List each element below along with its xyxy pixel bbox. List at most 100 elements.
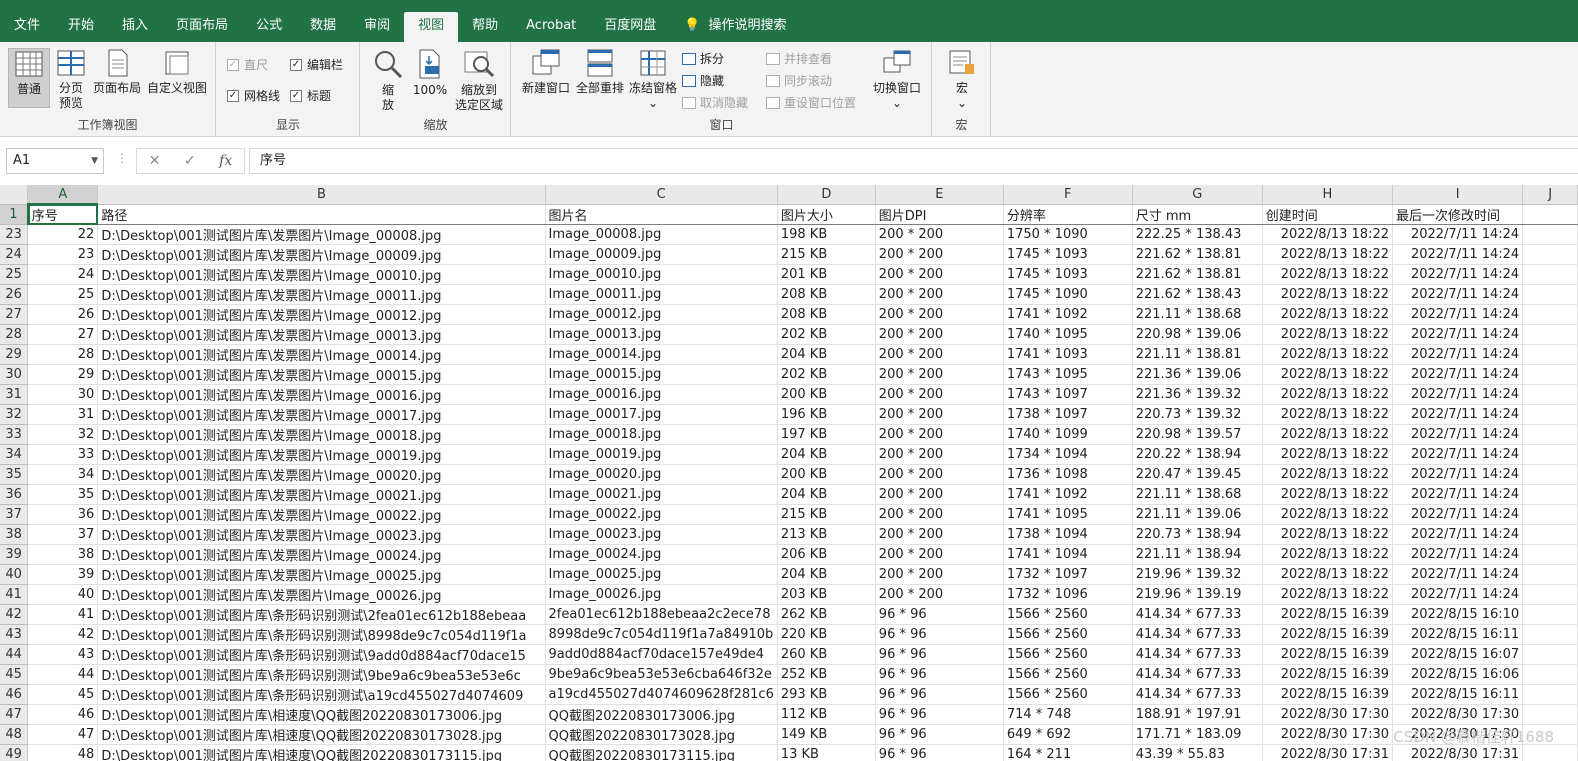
table-cell[interactable]: Image_00011.jpg xyxy=(545,284,778,305)
table-cell[interactable]: 202 KB xyxy=(777,324,876,345)
table-cell[interactable]: D:\Desktop\001测试图片库\条形码识别测试\9be9a6c9bea5… xyxy=(97,664,546,685)
new-window-button[interactable]: 新建窗口 xyxy=(520,48,572,96)
table-cell[interactable]: D:\Desktop\001测试图片库\相速度\QQ截图202208301731… xyxy=(97,744,546,761)
table-cell[interactable]: Image_00010.jpg xyxy=(545,264,778,285)
table-cell[interactable]: 220.47 * 139.45 xyxy=(1132,464,1263,485)
table-cell[interactable]: D:\Desktop\001测试图片库\发票图片\Image_00022.jpg xyxy=(97,504,546,525)
table-cell[interactable]: Image_00021.jpg xyxy=(545,484,778,505)
table-cell[interactable]: D:\Desktop\001测试图片库\发票图片\Image_00015.jpg xyxy=(97,364,546,385)
table-cell[interactable]: 204 KB xyxy=(777,484,876,505)
table-cell[interactable]: 2022/7/11 14:24 xyxy=(1392,224,1524,245)
table-cell[interactable]: 200 * 200 xyxy=(875,564,1004,585)
table-cell[interactable]: D:\Desktop\001测试图片库\发票图片\Image_00023.jpg xyxy=(97,524,546,545)
table-cell[interactable]: 2022/8/13 18:22 xyxy=(1262,544,1394,565)
row-header[interactable]: 28 xyxy=(0,324,29,345)
zoom-100-button[interactable]: 100% xyxy=(411,48,449,98)
tab-data[interactable]: 数据 xyxy=(296,12,350,42)
table-cell[interactable]: 2022/7/11 14:24 xyxy=(1392,244,1524,265)
table-cell[interactable]: 200 KB xyxy=(777,384,876,405)
table-cell[interactable]: 200 * 200 xyxy=(875,344,1004,365)
table-cell[interactable]: 1566 * 2560 xyxy=(1003,664,1133,685)
table-cell[interactable]: a19cd455027d4074609628f281c6 xyxy=(545,684,778,705)
table-cell[interactable]: 31 xyxy=(27,404,99,425)
table-cell[interactable]: 220.98 * 139.57 xyxy=(1132,424,1263,445)
table-cell[interactable]: 200 * 200 xyxy=(875,384,1004,405)
table-cell[interactable]: 200 * 200 xyxy=(875,364,1004,385)
row-header[interactable]: 34 xyxy=(0,444,29,465)
table-cell[interactable]: 22 xyxy=(27,224,99,245)
table-cell[interactable]: 200 * 200 xyxy=(875,524,1004,545)
table-cell[interactable]: 204 KB xyxy=(777,344,876,365)
empty-cell[interactable] xyxy=(1522,264,1578,285)
table-cell[interactable]: 96 * 96 xyxy=(875,684,1004,705)
empty-cell[interactable] xyxy=(1522,404,1578,425)
column-header[interactable]: E xyxy=(875,185,1004,205)
tab-review[interactable]: 审阅 xyxy=(350,12,404,42)
table-cell[interactable]: 28 xyxy=(27,344,99,365)
table-cell[interactable]: 1741 * 1094 xyxy=(1003,544,1133,565)
row-header[interactable]: 33 xyxy=(0,424,29,445)
enter-icon[interactable]: ✓ xyxy=(184,153,196,169)
row-header[interactable]: 36 xyxy=(0,484,29,505)
header-cell[interactable]: 尺寸 mm xyxy=(1132,204,1263,225)
table-cell[interactable]: Image_00023.jpg xyxy=(545,524,778,545)
table-cell[interactable]: QQ截图20220830173028.jpg xyxy=(545,724,778,745)
table-cell[interactable]: 149 KB xyxy=(777,724,876,745)
table-cell[interactable]: 25 xyxy=(27,284,99,305)
table-cell[interactable]: 200 * 200 xyxy=(875,424,1004,445)
header-cell[interactable]: 最后一次修改时间 xyxy=(1392,204,1524,225)
reset-window-position-button[interactable]: 重设窗口位置 xyxy=(766,94,856,111)
table-cell[interactable]: Image_00013.jpg xyxy=(545,324,778,345)
table-cell[interactable]: 2022/8/15 16:39 xyxy=(1262,604,1394,625)
table-cell[interactable]: 1738 * 1094 xyxy=(1003,524,1133,545)
table-cell[interactable]: 2022/8/30 17:30 xyxy=(1262,724,1394,745)
table-cell[interactable]: 38 xyxy=(27,544,99,565)
table-cell[interactable]: 2022/7/11 14:24 xyxy=(1392,384,1524,405)
table-cell[interactable]: Image_00009.jpg xyxy=(545,244,778,265)
table-cell[interactable]: 221.36 * 139.32 xyxy=(1132,384,1263,405)
row-header[interactable]: 27 xyxy=(0,304,29,325)
table-cell[interactable]: 200 * 200 xyxy=(875,484,1004,505)
empty-cell[interactable] xyxy=(1522,604,1578,625)
table-cell[interactable]: 2022/8/13 18:22 xyxy=(1262,424,1394,445)
table-cell[interactable]: 221.62 * 138.81 xyxy=(1132,244,1263,265)
table-cell[interactable]: 24 xyxy=(27,264,99,285)
table-cell[interactable]: 43.39 * 55.83 xyxy=(1132,744,1263,761)
table-cell[interactable]: 1745 * 1093 xyxy=(1003,244,1133,265)
column-header[interactable]: G xyxy=(1132,185,1263,205)
table-cell[interactable]: Image_00026.jpg xyxy=(545,584,778,605)
zoom-button[interactable]: 缩 放 xyxy=(369,48,407,113)
view-side-by-side-button[interactable]: 并排查看 xyxy=(766,50,832,67)
table-cell[interactable]: 203 KB xyxy=(777,584,876,605)
table-cell[interactable]: 221.11 * 138.94 xyxy=(1132,544,1263,565)
table-cell[interactable]: 42 xyxy=(27,624,99,645)
empty-cell[interactable] xyxy=(1522,344,1578,365)
row-header[interactable]: 23 xyxy=(0,224,29,245)
table-cell[interactable]: 196 KB xyxy=(777,404,876,425)
table-cell[interactable]: 221.36 * 139.06 xyxy=(1132,364,1263,385)
column-header[interactable]: C xyxy=(545,185,778,205)
empty-cell[interactable] xyxy=(1522,324,1578,345)
table-cell[interactable]: 2022/7/11 14:24 xyxy=(1392,504,1524,525)
header-cell[interactable]: 路径 xyxy=(97,204,546,225)
table-cell[interactable]: 213 KB xyxy=(777,524,876,545)
table-cell[interactable]: D:\Desktop\001测试图片库\发票图片\Image_00009.jpg xyxy=(97,244,546,265)
table-cell[interactable]: 221.11 * 138.68 xyxy=(1132,484,1263,505)
table-cell[interactable]: 2022/7/11 14:24 xyxy=(1392,404,1524,425)
header-cell[interactable]: 图片DPI xyxy=(875,204,1004,225)
empty-cell[interactable] xyxy=(1522,204,1578,225)
table-cell[interactable]: 201 KB xyxy=(777,264,876,285)
table-cell[interactable]: Image_00019.jpg xyxy=(545,444,778,465)
row-header[interactable]: 47 xyxy=(0,704,29,725)
table-cell[interactable]: 1745 * 1093 xyxy=(1003,264,1133,285)
table-cell[interactable]: 200 KB xyxy=(777,464,876,485)
table-cell[interactable]: 2022/7/11 14:24 xyxy=(1392,304,1524,325)
empty-cell[interactable] xyxy=(1522,384,1578,405)
row-header[interactable]: 43 xyxy=(0,624,29,645)
table-cell[interactable]: D:\Desktop\001测试图片库\发票图片\Image_00010.jpg xyxy=(97,264,546,285)
empty-cell[interactable] xyxy=(1522,444,1578,465)
table-cell[interactable]: 34 xyxy=(27,464,99,485)
table-cell[interactable]: 2022/8/13 18:22 xyxy=(1262,244,1394,265)
table-cell[interactable]: 45 xyxy=(27,684,99,705)
table-cell[interactable]: 204 KB xyxy=(777,564,876,585)
